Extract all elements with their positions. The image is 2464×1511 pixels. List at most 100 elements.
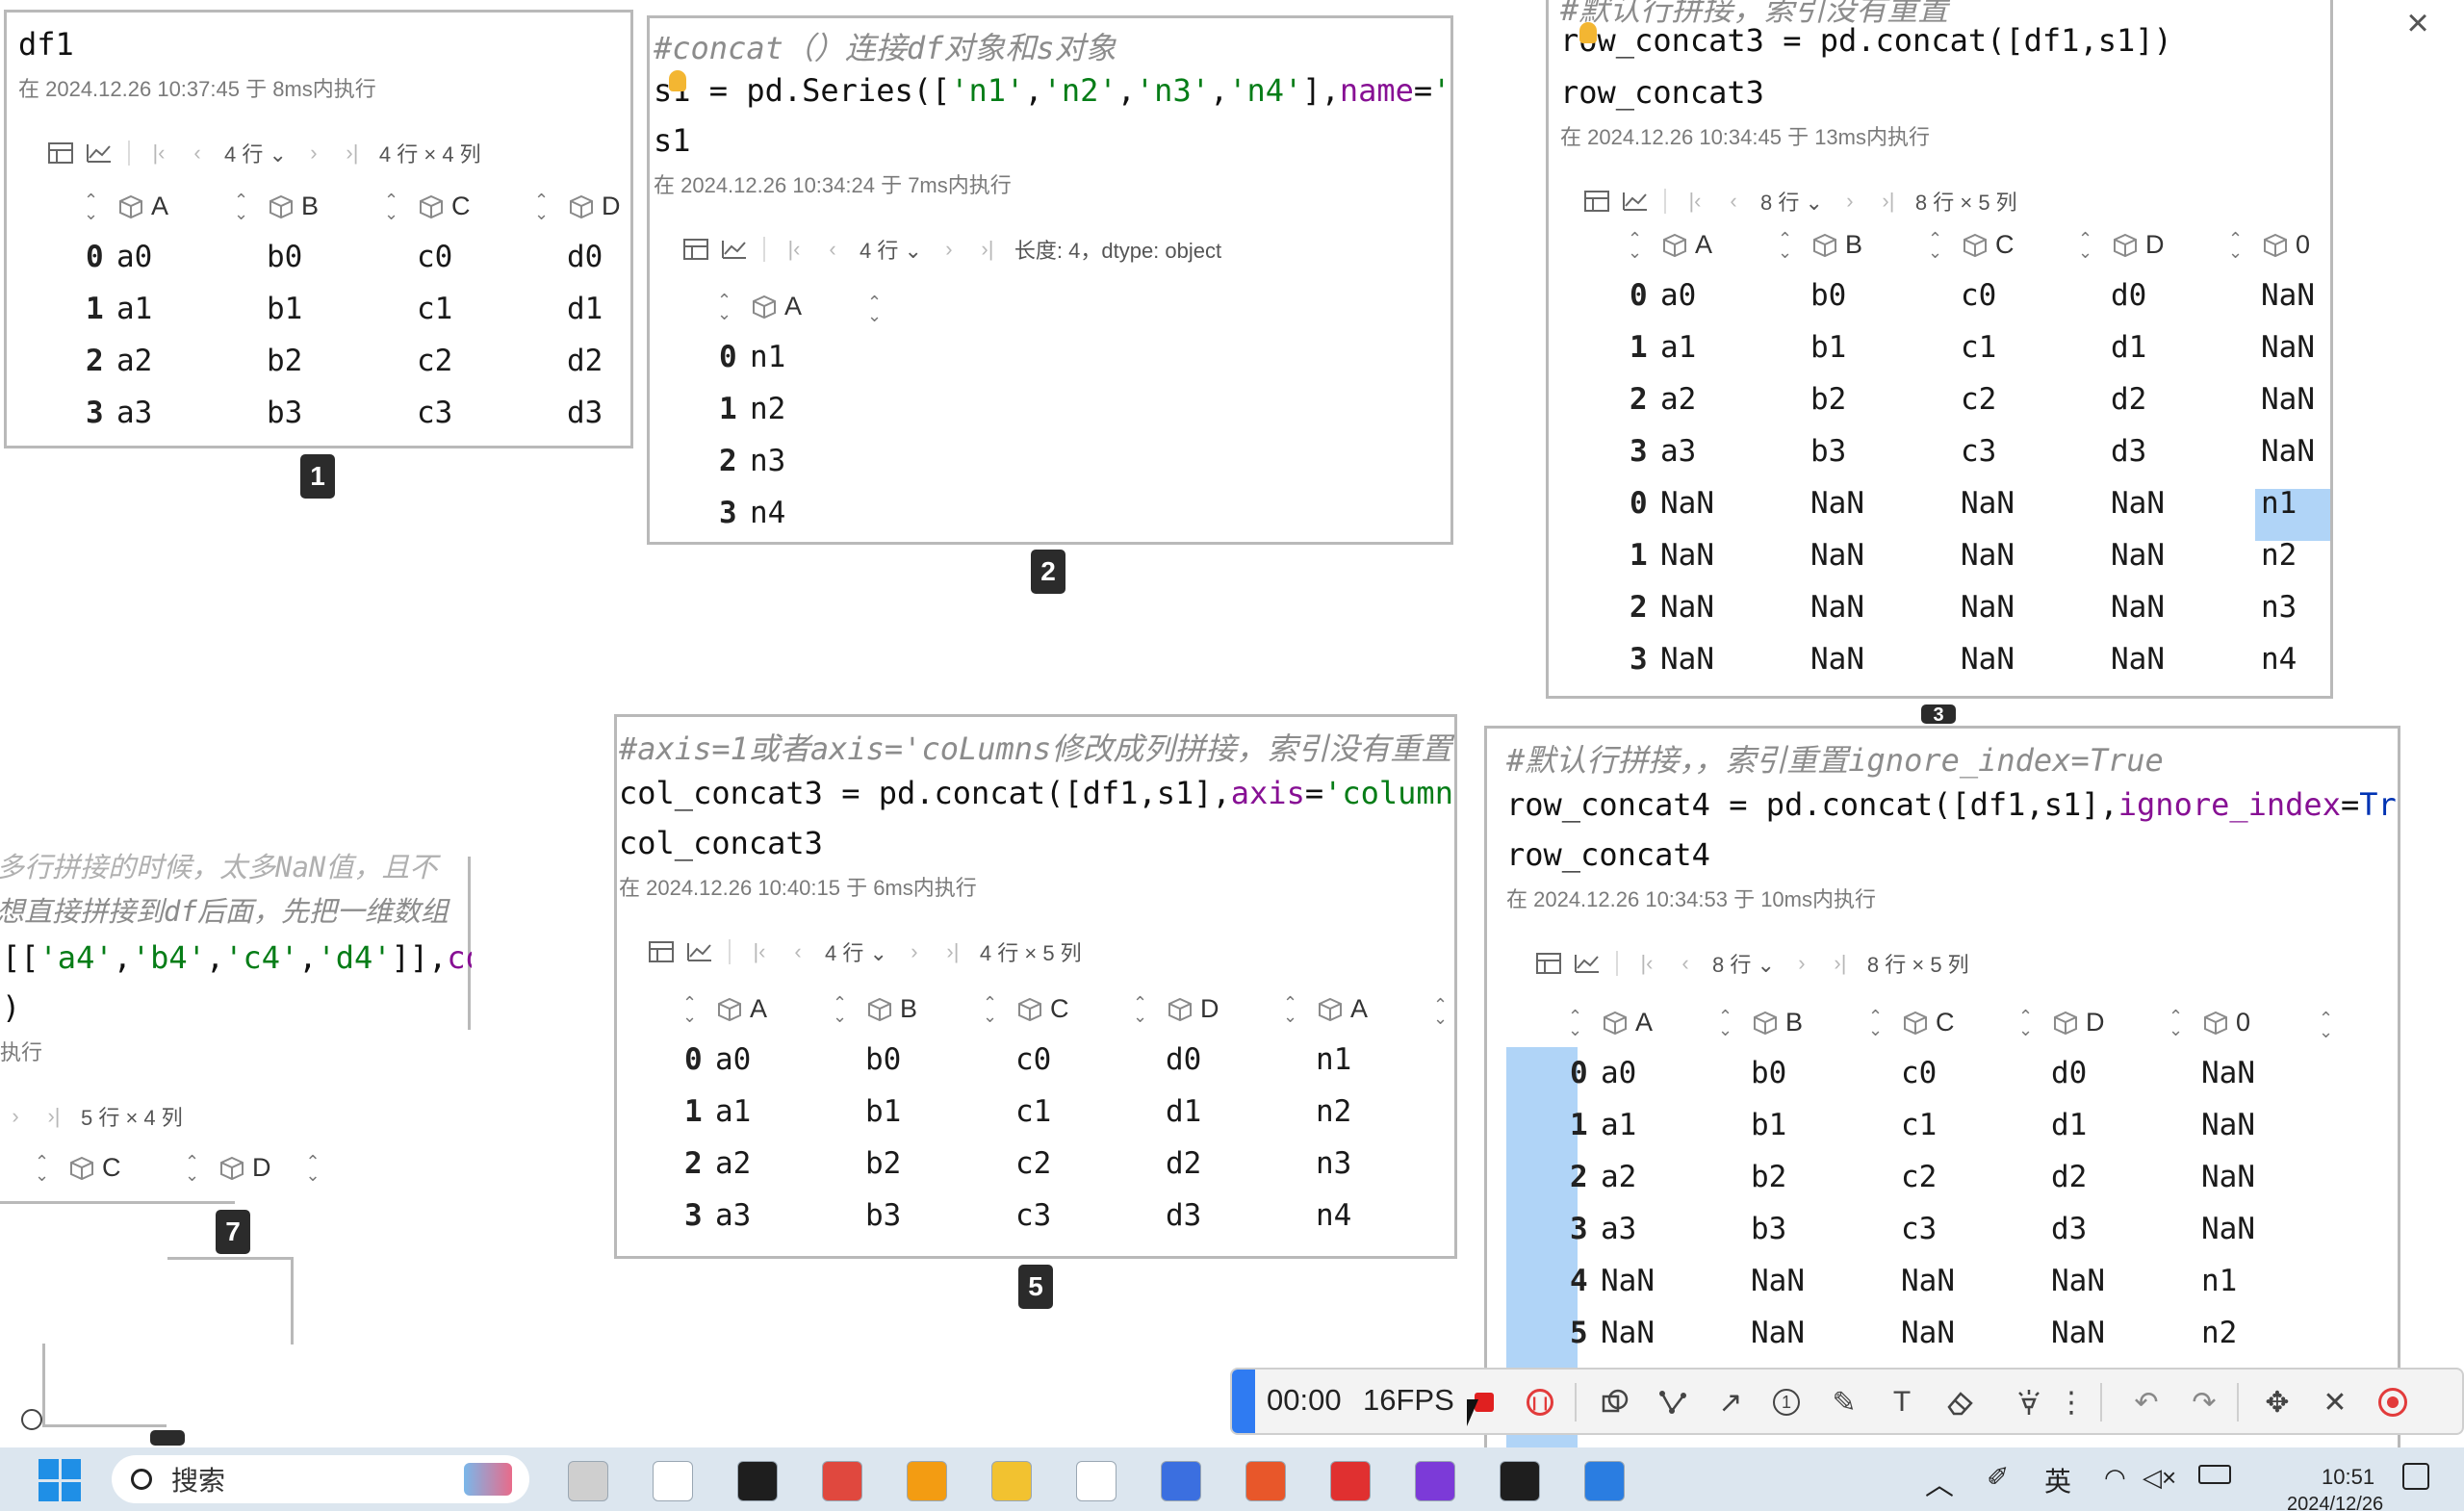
column-header[interactable]: ⌃ ⌄ C	[1868, 1008, 1955, 1038]
sort-icon[interactable]: ⌃ ⌄	[1868, 1008, 1883, 1038]
table-cell[interactable]: c3	[1015, 1198, 1051, 1233]
taskbar-app-pycharm-icon[interactable]	[1500, 1461, 1540, 1501]
taskbar-app-chat-icon[interactable]	[1584, 1461, 1625, 1501]
table-cell[interactable]: b2	[865, 1146, 901, 1181]
table-cell[interactable]: n1	[2201, 1264, 2237, 1298]
last-page-icon[interactable]: ›|	[968, 230, 1007, 269]
row-index[interactable]: 3	[1630, 642, 1648, 677]
last-page-icon[interactable]: ›|	[1821, 944, 1860, 983]
table-cell[interactable]: c1	[1901, 1108, 1937, 1142]
table-cell[interactable]: d0	[2111, 278, 2146, 313]
table-cell[interactable]: c2	[1901, 1160, 1937, 1194]
table-cell[interactable]: n1	[750, 340, 785, 374]
pause-icon[interactable]: ❙❙	[1521, 1383, 1559, 1421]
table-cell[interactable]: c1	[1015, 1094, 1051, 1129]
column-header[interactable]: ⌃ ⌄ C	[983, 994, 1069, 1025]
table-cell[interactable]: n4	[2261, 642, 2297, 677]
table-cell[interactable]: b3	[1810, 434, 1846, 469]
table-cell[interactable]: c2	[1961, 382, 1996, 417]
table-cell[interactable]: a1	[116, 292, 152, 326]
sort-icon[interactable]: ⌃ ⌄	[1568, 1008, 1582, 1038]
table-cell[interactable]: n1	[1316, 1042, 1351, 1077]
table-cell[interactable]: d1	[2051, 1108, 2087, 1142]
table-cell[interactable]: NaN	[1660, 538, 1714, 573]
column-header[interactable]: ⌃ ⌄ C	[1928, 230, 2015, 261]
table-cell[interactable]: NaN	[1810, 538, 1864, 573]
shape-icon[interactable]	[1596, 1383, 1634, 1421]
table-cell[interactable]: NaN	[1601, 1264, 1655, 1298]
table-cell[interactable]: NaN	[2201, 1108, 2255, 1142]
table-cell[interactable]: c3	[417, 396, 452, 430]
last-page-icon[interactable]: ›|	[1869, 182, 1908, 220]
table-cell[interactable]: a3	[116, 396, 152, 430]
chart-view-icon[interactable]	[1616, 182, 1655, 220]
table-cell[interactable]: a1	[715, 1094, 751, 1129]
row-index[interactable]: 5	[1570, 1316, 1588, 1350]
sort-icon[interactable]: ⌃ ⌄	[717, 292, 732, 322]
table-cell[interactable]: NaN	[1961, 642, 2015, 677]
table-cell[interactable]: c0	[417, 240, 452, 274]
table-cell[interactable]: b0	[1810, 278, 1846, 313]
close-icon[interactable]: ✕	[2316, 1383, 2354, 1421]
table-cell[interactable]: c3	[1961, 434, 1996, 469]
table-cell[interactable]: NaN	[1901, 1264, 1955, 1298]
table-cell[interactable]: d2	[2051, 1160, 2087, 1194]
row-index[interactable]: 4	[1570, 1264, 1588, 1298]
table-cell[interactable]: n3	[1316, 1146, 1351, 1181]
row-index[interactable]: 1	[86, 292, 104, 326]
sort-icon[interactable]: ⌃ ⌄	[1283, 994, 1297, 1025]
last-page-icon[interactable]: ›|	[333, 134, 372, 172]
row-index[interactable]: 3	[86, 396, 104, 430]
table-cell[interactable]: NaN	[2111, 590, 2165, 625]
taskbar-app-gitkraken-icon[interactable]	[1245, 1461, 1286, 1501]
row-index[interactable]: 1	[719, 392, 737, 426]
table-cell[interactable]: d0	[1166, 1042, 1201, 1077]
table-cell[interactable]: b3	[1751, 1212, 1786, 1246]
taskbar-search[interactable]: 搜索	[112, 1455, 529, 1503]
table-view-icon[interactable]	[677, 230, 715, 269]
row-index[interactable]: 3	[684, 1198, 703, 1233]
table-cell[interactable]: c1	[417, 292, 452, 326]
table-cell[interactable]: b1	[1810, 330, 1846, 365]
row-index[interactable]: 0	[684, 1042, 703, 1077]
table-cell[interactable]: NaN	[1901, 1316, 1955, 1350]
wifi-icon[interactable]: ◠	[2104, 1463, 2126, 1493]
row-index[interactable]: 0	[1630, 486, 1648, 521]
table-cell[interactable]: a0	[116, 240, 152, 274]
sort-icon[interactable]: ⌃ ⌄	[1778, 230, 1792, 261]
table-cell[interactable]: NaN	[1601, 1316, 1655, 1350]
row-index[interactable]: 1	[1570, 1108, 1588, 1142]
first-page-icon[interactable]: |‹	[775, 230, 813, 269]
table-cell[interactable]: a0	[715, 1042, 751, 1077]
table-cell[interactable]: NaN	[1810, 590, 1864, 625]
table-cell[interactable]: c0	[1901, 1056, 1937, 1090]
close-button[interactable]: ×	[2397, 2, 2439, 44]
row-index[interactable]: 0	[719, 340, 737, 374]
spotlight-icon[interactable]	[2010, 1383, 2048, 1421]
taskbar-app-podcast-icon[interactable]	[1415, 1461, 1455, 1501]
drag-handle[interactable]	[21, 1409, 42, 1430]
last-page-icon[interactable]: ›|	[35, 1097, 73, 1136]
table-cell[interactable]: d2	[2111, 382, 2146, 417]
prev-page-icon[interactable]: ‹	[779, 933, 817, 971]
column-header[interactable]: ⌃ ⌄ D	[2078, 230, 2165, 261]
row-index[interactable]: 2	[1630, 382, 1648, 417]
rows-per-page-select[interactable]: 8 行 ⌄	[1760, 186, 1823, 217]
table-cell[interactable]: n2	[750, 392, 785, 426]
redo-icon[interactable]: ↷	[2185, 1383, 2223, 1421]
first-page-icon[interactable]: |‹	[140, 134, 178, 172]
row-index[interactable]: 2	[719, 444, 737, 478]
curve-icon[interactable]	[1654, 1383, 1692, 1421]
table-cell[interactable]: c2	[1015, 1146, 1051, 1181]
column-header[interactable]: ⌃ ⌄ A	[1283, 994, 1368, 1025]
taskbar-app-datagrip-icon[interactable]	[737, 1461, 778, 1501]
table-cell[interactable]: c1	[1961, 330, 1996, 365]
lightbulb-icon[interactable]	[669, 70, 686, 91]
rows-per-page-select[interactable]: 4 行 ⌄	[224, 138, 287, 168]
table-cell[interactable]: n2	[2261, 538, 2297, 573]
table-cell[interactable]: a2	[715, 1146, 751, 1181]
battery-icon[interactable]	[2198, 1465, 2231, 1484]
table-cell[interactable]: NaN	[1660, 486, 1714, 521]
volume-icon[interactable]: ◁×	[2143, 1463, 2176, 1493]
taskbar-app-wps-icon[interactable]	[1330, 1461, 1371, 1501]
